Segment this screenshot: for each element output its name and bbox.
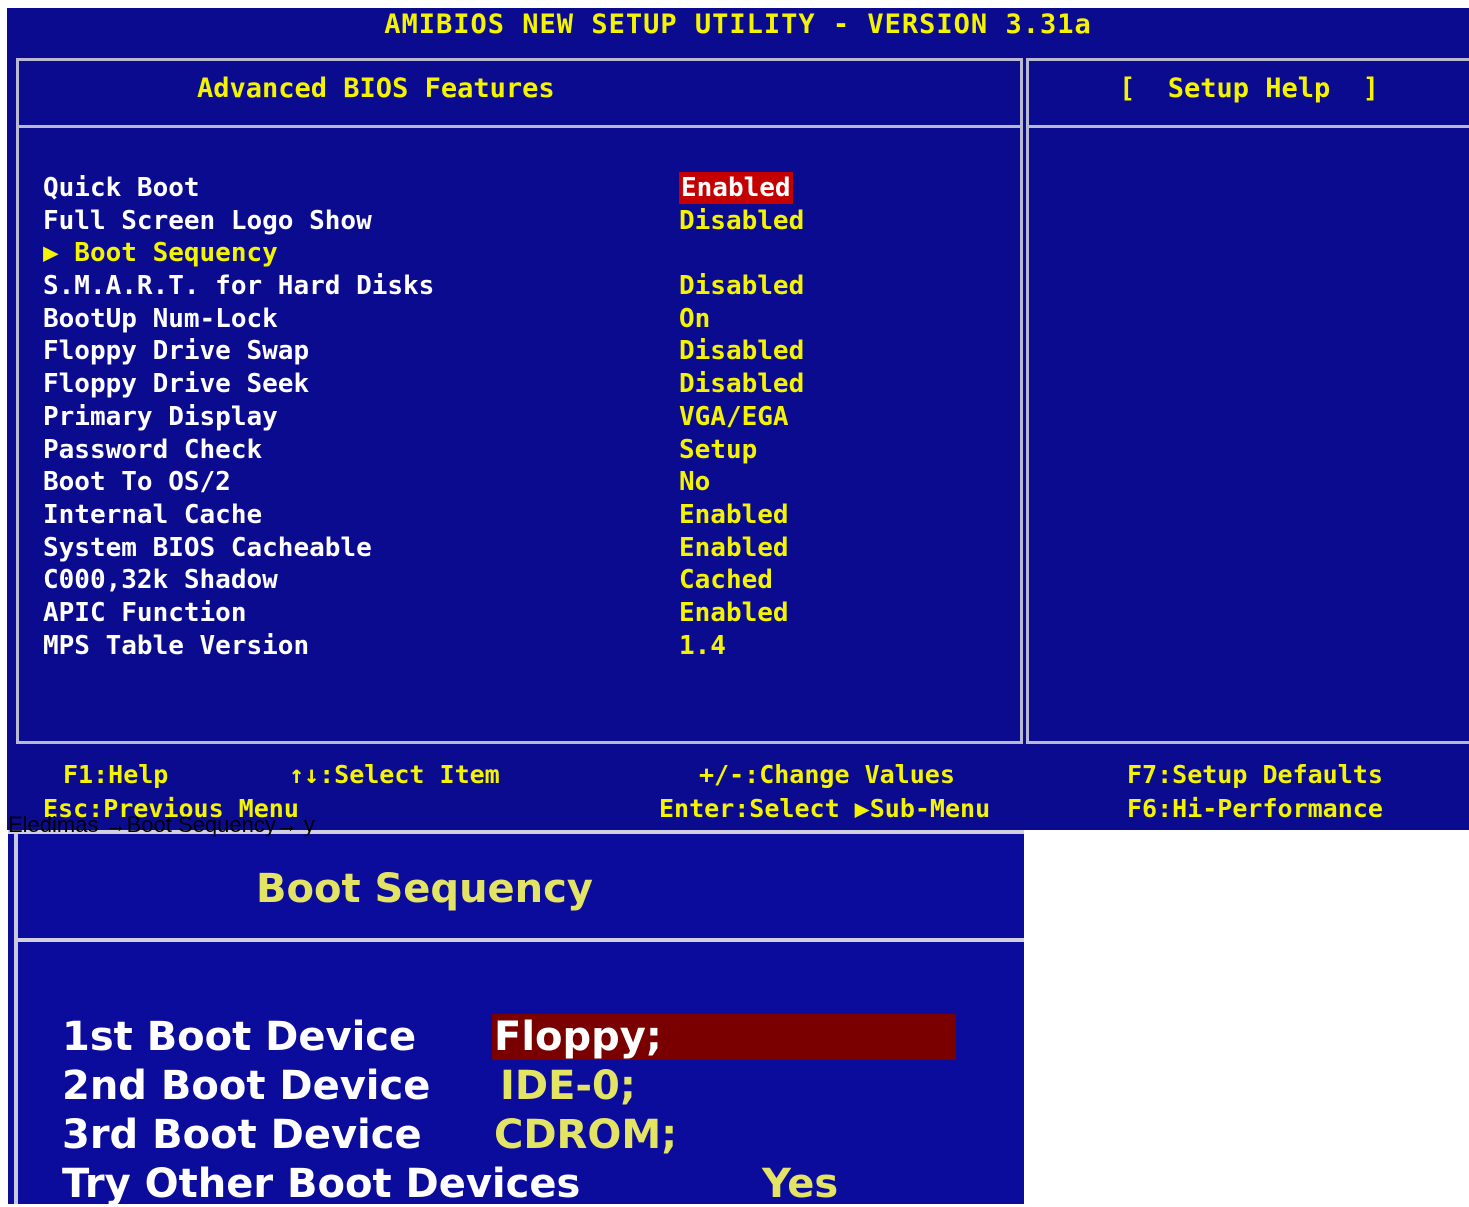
bios-title: AMIBIOS NEW SETUP UTILITY - VERSION 3.31… (384, 9, 1092, 40)
item-value[interactable]: Disabled (679, 270, 804, 302)
item-label: Full Screen Logo Show (43, 205, 372, 236)
item-label: System BIOS Cacheable (43, 532, 372, 563)
item-label: ▶ Boot Sequency (43, 238, 278, 269)
item-label: BootUp Num-Lock (43, 303, 278, 334)
panel-title: Advanced BIOS Features (197, 73, 555, 104)
item-value[interactable]: Enabled (679, 172, 793, 204)
item-label: Primary Display (43, 401, 278, 432)
divider (19, 125, 1020, 128)
boot-device-2[interactable]: 2nd Boot Device IDE-0; (62, 1063, 1022, 1109)
item-label: Password Check (43, 434, 263, 465)
key-f1-help: F1:Help (63, 760, 169, 789)
boot-device-value[interactable]: IDE-0; (500, 1063, 636, 1109)
item-value[interactable]: Enabled (679, 532, 789, 564)
divider (1029, 125, 1469, 128)
item-label: C000,32k Shadow (43, 565, 278, 596)
boot-sequence-frame: Boot Sequency 1st Boot Device Floppy; 2n… (14, 834, 1024, 1207)
key-f6-performance: F6:Hi-Performance (1127, 794, 1383, 823)
boot-device-3[interactable]: 3rd Boot Device CDROM; (62, 1112, 1022, 1158)
boot-sequence-screen: Boot Sequency 1st Boot Device Floppy; 2n… (8, 830, 1024, 1207)
key-change-values: +/-:Change Values (699, 760, 955, 789)
bios-screen: AMIBIOS NEW SETUP UTILITY - VERSION 3.31… (7, 8, 1469, 830)
boot-device-label: 2nd Boot Device (62, 1063, 431, 1109)
item-label: Floppy Drive Seek (43, 369, 310, 400)
item-value[interactable]: Disabled (679, 205, 804, 237)
item-value[interactable]: Disabled (679, 335, 804, 367)
item-value[interactable]: No (679, 466, 710, 498)
item-value[interactable]: VGA/EGA (679, 401, 789, 433)
help-title: [ Setup Help ] (1118, 73, 1380, 104)
boot-device-value[interactable]: Floppy; (492, 1014, 956, 1060)
item-value[interactable]: Cached (679, 564, 773, 596)
boot-device-value[interactable]: CDROM; (494, 1112, 677, 1158)
key-select-item: ↑↓:Select Item (289, 760, 500, 789)
caption-text: Eledimas →Boot Sequency→ y (8, 812, 315, 837)
item-label: Internal Cache (43, 499, 263, 530)
item-value[interactable]: Enabled (679, 499, 789, 531)
item-value[interactable]: Setup (679, 434, 757, 466)
setup-help-panel: [ Setup Help ] (1026, 58, 1469, 744)
item-label: APIC Function (43, 597, 247, 628)
item-value[interactable]: Disabled (679, 368, 804, 400)
try-other-boot-devices[interactable]: Try Other Boot Devices Yes (62, 1161, 1022, 1207)
item-value[interactable]: Enabled (679, 597, 789, 629)
boot-device-label: Try Other Boot Devices (62, 1161, 581, 1207)
key-enter-submenu: Enter:Select ▶Sub-Menu (659, 794, 991, 823)
key-f7-defaults: F7:Setup Defaults (1127, 760, 1383, 789)
boot-device-1[interactable]: 1st Boot Device Floppy; (62, 1014, 1022, 1060)
boot-device-value[interactable]: Yes (762, 1161, 838, 1207)
item-value[interactable]: On (679, 303, 710, 335)
item-label: Quick Boot (43, 173, 200, 203)
boot-device-label: 3rd Boot Device (62, 1112, 422, 1158)
boot-sequence-title: Boot Sequency (256, 866, 593, 912)
item-value[interactable]: 1.4 (679, 630, 726, 662)
item-label: MPS Table Version (43, 630, 310, 661)
item-label: S.M.A.R.T. for Hard Disks (43, 271, 435, 302)
item-label: Floppy Drive Swap (43, 336, 310, 367)
divider (18, 938, 1024, 942)
boot-device-label: 1st Boot Device (62, 1014, 417, 1060)
item-label: Boot To OS/2 (43, 467, 231, 498)
